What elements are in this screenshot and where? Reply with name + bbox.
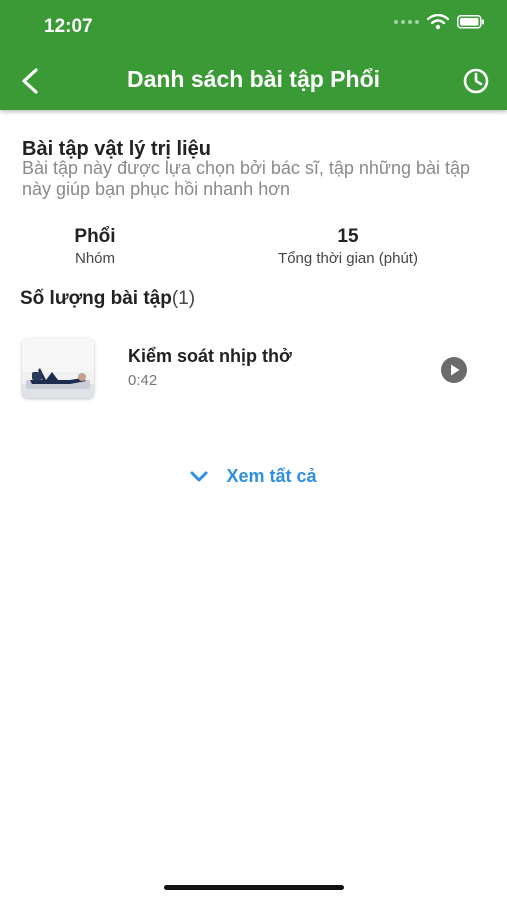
exercise-count-number: (1) (171, 288, 196, 309)
play-icon[interactable] (440, 356, 468, 384)
total-time-label: Tổng thời gian (phút) (278, 250, 418, 267)
exercise-thumbnail (22, 338, 94, 398)
see-all-label: Xem tất cả (226, 466, 317, 486)
exercise-duration: 0:42 (128, 372, 158, 389)
battery-icon (457, 15, 484, 29)
exercise-list-item[interactable]: Kiểm soát nhịp thở 0:42 (20, 338, 490, 400)
app-header: 12:07 Danh sách bài tập Phổi (0, 0, 507, 110)
group-label: Nhóm (74, 250, 115, 267)
total-time-value: 15 (337, 226, 359, 247)
page-title: Danh sách bài tập Phổi (126, 66, 381, 92)
exercise-count-label: Số lượng bài tập (20, 288, 172, 309)
signal-icon (394, 20, 419, 24)
section-description: Bài tập này được lựa chọn bởi bác sĩ, tậ… (22, 158, 471, 199)
total-time-stat: 15 Tổng thời gian (phút) (248, 226, 448, 267)
clock-icon[interactable] (461, 66, 491, 96)
exercise-count: Số lượng bài tập(1) (20, 288, 195, 310)
wifi-icon (427, 14, 449, 30)
home-indicator[interactable] (164, 885, 344, 890)
group-value: Phổi (74, 226, 116, 247)
see-all-button[interactable]: Xem tất cả (0, 466, 507, 487)
exercise-name: Kiểm soát nhịp thở (128, 346, 292, 366)
group-stat: Phổi Nhóm (60, 226, 130, 267)
status-time: 12:07 (44, 16, 93, 37)
status-icons (394, 14, 485, 30)
chevron-down-icon (190, 471, 208, 481)
